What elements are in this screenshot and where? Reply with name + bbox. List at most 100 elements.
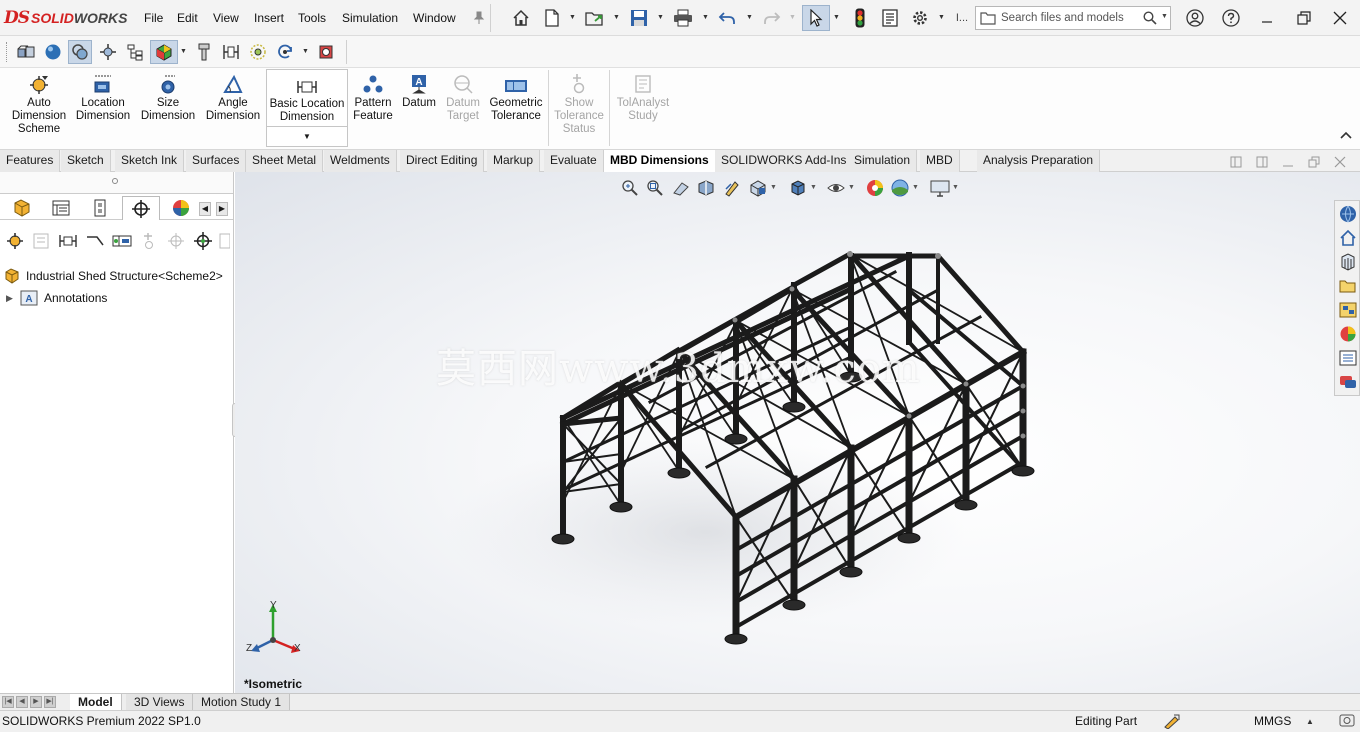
basic-dimension-small-icon[interactable] xyxy=(57,230,79,252)
crosshair-small-icon[interactable] xyxy=(192,230,214,252)
search-dropdown-icon[interactable]: ▼ xyxy=(1161,13,1168,20)
tab-motion-study-1[interactable]: Motion Study 1 xyxy=(193,694,291,711)
close-window-icon[interactable] xyxy=(1330,8,1350,28)
tab-weldments[interactable]: Weldments xyxy=(324,150,397,172)
mbd-mode-icon[interactable] xyxy=(68,40,92,64)
graphics-area[interactable]: ▼ ▼ ▼ ▼ ▼ xyxy=(235,172,1360,693)
drawing-dimension-icon[interactable] xyxy=(219,40,243,64)
dimxpert-icon[interactable] xyxy=(314,40,338,64)
tab-last-icon[interactable]: ▶| xyxy=(44,696,56,708)
menu-window[interactable]: Window xyxy=(413,11,456,25)
tab-first-icon[interactable]: |◀ xyxy=(2,696,14,708)
undo-icon[interactable] xyxy=(716,7,738,29)
design-library-home-icon[interactable] xyxy=(1337,227,1359,249)
tab-model[interactable]: Model xyxy=(70,694,122,711)
restore-window-icon[interactable] xyxy=(1294,8,1314,28)
menu-simulation[interactable]: Simulation xyxy=(342,11,398,25)
displaymanager-tab-icon[interactable] xyxy=(162,196,200,220)
menu-edit[interactable]: Edit xyxy=(177,11,198,25)
size-dimension-button[interactable]: Size Dimension xyxy=(137,72,199,123)
menu-tools[interactable]: Tools xyxy=(298,11,326,25)
angle-dimension-button[interactable]: Angle Dimension xyxy=(202,72,264,123)
basic-location-dimension-button[interactable]: Basic Location Dimension ▼ xyxy=(266,69,348,147)
select-cursor-icon[interactable] xyxy=(802,5,830,31)
tab-analysis-preparation[interactable]: Analysis Preparation xyxy=(977,150,1101,172)
hierarchy-icon[interactable] xyxy=(123,40,147,64)
tab-prev-icon[interactable]: ◀ xyxy=(16,696,28,708)
rebuild-traffic-light-icon[interactable] xyxy=(849,7,871,29)
save-icon[interactable] xyxy=(628,7,650,29)
bolt-icon[interactable] xyxy=(192,40,216,64)
search-scope-folder-icon[interactable] xyxy=(980,11,996,28)
industrial-shed-3d-model[interactable] xyxy=(235,172,1360,693)
status-bar-customize-icon[interactable] xyxy=(1339,714,1355,731)
menu-view[interactable]: View xyxy=(213,11,239,25)
document-restore-icon[interactable] xyxy=(1307,156,1321,170)
save-dropdown-icon[interactable]: ▼ xyxy=(657,14,665,22)
location-dimension-button[interactable]: Location Dimension xyxy=(72,72,134,123)
appearances-scenes-icon[interactable] xyxy=(1337,323,1359,345)
expand-arrow-icon[interactable]: ▶ xyxy=(6,293,20,304)
tab-3d-views[interactable]: 3D Views xyxy=(126,694,194,711)
auto-dimension-scheme-small-icon[interactable] xyxy=(4,230,26,252)
options-dropdown-icon[interactable]: ▼ xyxy=(938,14,946,22)
overflow-small-icon[interactable] xyxy=(216,230,230,252)
document-minimize-icon[interactable] xyxy=(1281,156,1295,170)
new-dropdown-icon[interactable]: ▼ xyxy=(569,14,577,22)
user-account-icon[interactable] xyxy=(1185,8,1205,28)
tab-evaluate[interactable]: Evaluate xyxy=(544,150,604,172)
configurationmanager-tab-icon[interactable] xyxy=(81,196,119,220)
sensor-icon[interactable] xyxy=(246,40,270,64)
new-document-icon[interactable] xyxy=(541,7,563,29)
view-palette-icon[interactable] xyxy=(1337,299,1359,321)
search-magnifier-icon[interactable] xyxy=(1143,11,1157,28)
minimize-window-icon[interactable] xyxy=(1257,8,1277,28)
print-dropdown-icon[interactable]: ▼ xyxy=(702,14,710,22)
auto-dimension-scheme-button[interactable]: Auto Dimension Scheme xyxy=(8,72,70,136)
tab-direct-editing[interactable]: Direct Editing xyxy=(400,150,485,172)
open-folder-icon[interactable] xyxy=(584,7,606,29)
angle-small-icon[interactable] xyxy=(84,230,106,252)
toolbar-overflow-icon[interactable]: I... xyxy=(951,7,973,29)
panel-splitter-handle[interactable] xyxy=(112,178,118,184)
routing-icon[interactable] xyxy=(96,40,120,64)
tile-left-icon[interactable] xyxy=(1229,156,1243,170)
solidworks-resources-icon[interactable] xyxy=(1337,203,1359,225)
geometric-tolerance-small-icon[interactable] xyxy=(111,230,133,252)
rotate-view-icon[interactable] xyxy=(273,40,297,64)
tab-sketch[interactable]: Sketch xyxy=(61,150,111,172)
units-label[interactable]: MMGS xyxy=(1254,714,1291,728)
print-icon[interactable] xyxy=(672,7,694,29)
tree-item-annotations[interactable]: ▶ A Annotations xyxy=(6,290,107,306)
tab-sheet-metal[interactable]: Sheet Metal xyxy=(246,150,324,172)
tree-root[interactable]: Industrial Shed Structure<Scheme2> xyxy=(4,268,223,284)
tab-next-icon[interactable]: ▶ xyxy=(30,696,42,708)
search-input[interactable]: Search files and models xyxy=(1001,12,1124,24)
custom-properties-icon[interactable] xyxy=(1337,347,1359,369)
rotate-dropdown-icon[interactable]: ▼ xyxy=(302,48,309,55)
toolbar-grip[interactable] xyxy=(6,42,8,62)
pattern-feature-button[interactable]: Pattern Feature xyxy=(350,72,396,123)
geometric-tolerance-button[interactable]: Geometric Tolerance xyxy=(487,72,545,123)
tab-surfaces[interactable]: Surfaces xyxy=(186,150,247,172)
appearance-sphere-icon[interactable] xyxy=(41,40,65,64)
rebuild-status-icon[interactable] xyxy=(1163,713,1181,732)
dimxpertmanager-tab-icon[interactable] xyxy=(122,196,160,220)
tab-sketch-ink[interactable]: Sketch Ink xyxy=(115,150,185,172)
solidworks-forum-icon[interactable] xyxy=(1337,371,1359,393)
tile-right-icon[interactable] xyxy=(1255,156,1269,170)
menu-file[interactable]: File xyxy=(144,11,163,25)
tab-mbd-dimensions[interactable]: MBD Dimensions xyxy=(604,150,716,172)
panel-tab-scroll-left-icon[interactable]: ◀ xyxy=(199,202,211,216)
solidworks-logo[interactable]: DS SOLIDWORKS xyxy=(4,8,127,28)
pin-menu-icon[interactable] xyxy=(468,7,490,29)
design-library-icon[interactable] xyxy=(1337,251,1359,273)
search-box[interactable]: Search files and models ▼ xyxy=(975,6,1171,30)
tab-markup[interactable]: Markup xyxy=(487,150,541,172)
select-dropdown-icon[interactable]: ▼ xyxy=(833,14,841,22)
propertymanager-tab-icon[interactable] xyxy=(42,196,80,220)
open-dropdown-icon[interactable]: ▼ xyxy=(613,14,621,22)
file-properties-icon[interactable] xyxy=(879,7,901,29)
tab-simulation[interactable]: Simulation xyxy=(848,150,918,172)
document-close-icon[interactable] xyxy=(1333,156,1347,170)
